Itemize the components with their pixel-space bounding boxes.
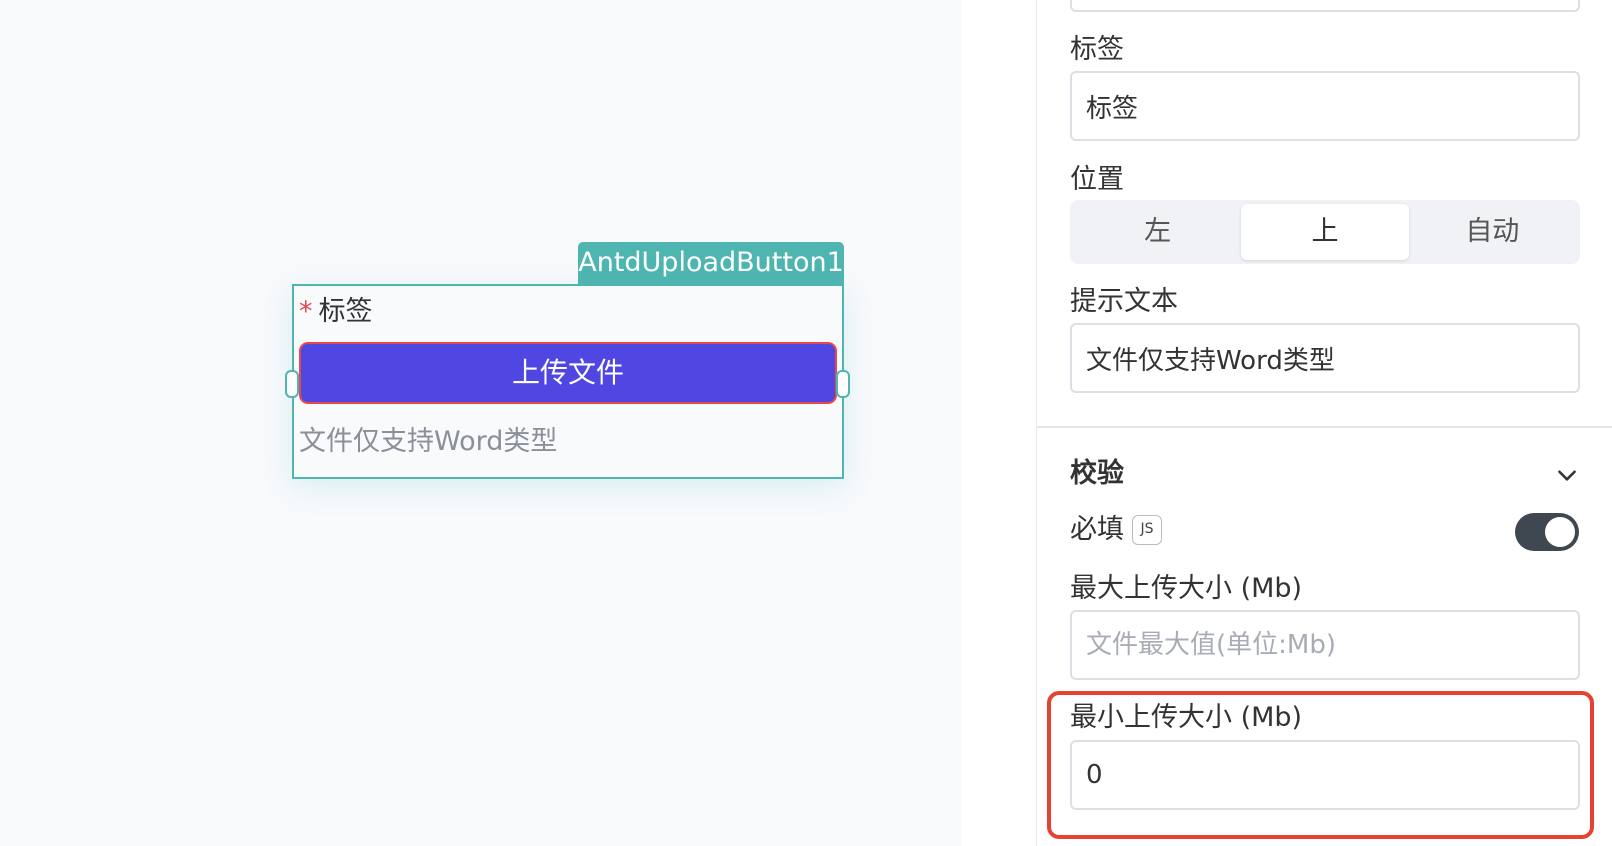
design-canvas[interactable]: AntdUploadButton1 * 标签 上传文件 文件仅支持Word类型 xyxy=(0,0,962,846)
hint-input[interactable] xyxy=(1070,323,1580,393)
switch-knob xyxy=(1545,517,1575,547)
max-size-input[interactable] xyxy=(1070,610,1580,680)
resize-handle-right[interactable] xyxy=(836,370,850,398)
label-field-title: 标签 xyxy=(1070,34,1124,65)
required-switch[interactable] xyxy=(1515,513,1579,551)
chevron-down-icon[interactable] xyxy=(1554,462,1580,488)
js-toggle-badge[interactable]: JS xyxy=(1132,515,1162,545)
position-segmented-control: 左 上 自动 xyxy=(1070,200,1580,264)
position-option-top[interactable]: 上 xyxy=(1241,204,1409,260)
properties-panel: 标签 位置 左 上 自动 提示文本 校验 必填 JS 最大上传大小 (Mb) 最… xyxy=(1037,0,1612,846)
validation-section-title[interactable]: 校验 xyxy=(1070,456,1124,492)
max-size-title: 最大上传大小 (Mb) xyxy=(1070,573,1303,604)
upload-component-preview[interactable]: * 标签 上传文件 文件仅支持Word类型 xyxy=(292,284,844,479)
min-size-title: 最小上传大小 (Mb) xyxy=(1070,702,1303,733)
upload-file-button[interactable]: 上传文件 xyxy=(299,342,837,404)
required-mark: * xyxy=(299,296,313,327)
position-option-auto[interactable]: 自动 xyxy=(1409,204,1576,260)
previous-input-edge[interactable] xyxy=(1070,0,1580,12)
min-size-input[interactable] xyxy=(1070,740,1580,810)
required-label: 必填 xyxy=(1070,514,1124,545)
position-option-left[interactable]: 左 xyxy=(1074,204,1241,260)
app-root: AntdUploadButton1 * 标签 上传文件 文件仅支持Word类型 标… xyxy=(0,0,1612,846)
hint-field-title: 提示文本 xyxy=(1070,286,1178,317)
field-label-text: 标签 xyxy=(318,296,373,327)
required-row: 必填 JS xyxy=(1070,512,1162,548)
hint-text: 文件仅支持Word类型 xyxy=(299,426,558,457)
section-divider xyxy=(1037,426,1612,428)
resize-handle-left[interactable] xyxy=(285,370,299,398)
component-name-tag[interactable]: AntdUploadButton1 xyxy=(578,242,844,284)
position-field-title: 位置 xyxy=(1070,164,1124,195)
field-label: * 标签 xyxy=(299,294,373,330)
label-input[interactable] xyxy=(1070,71,1580,141)
